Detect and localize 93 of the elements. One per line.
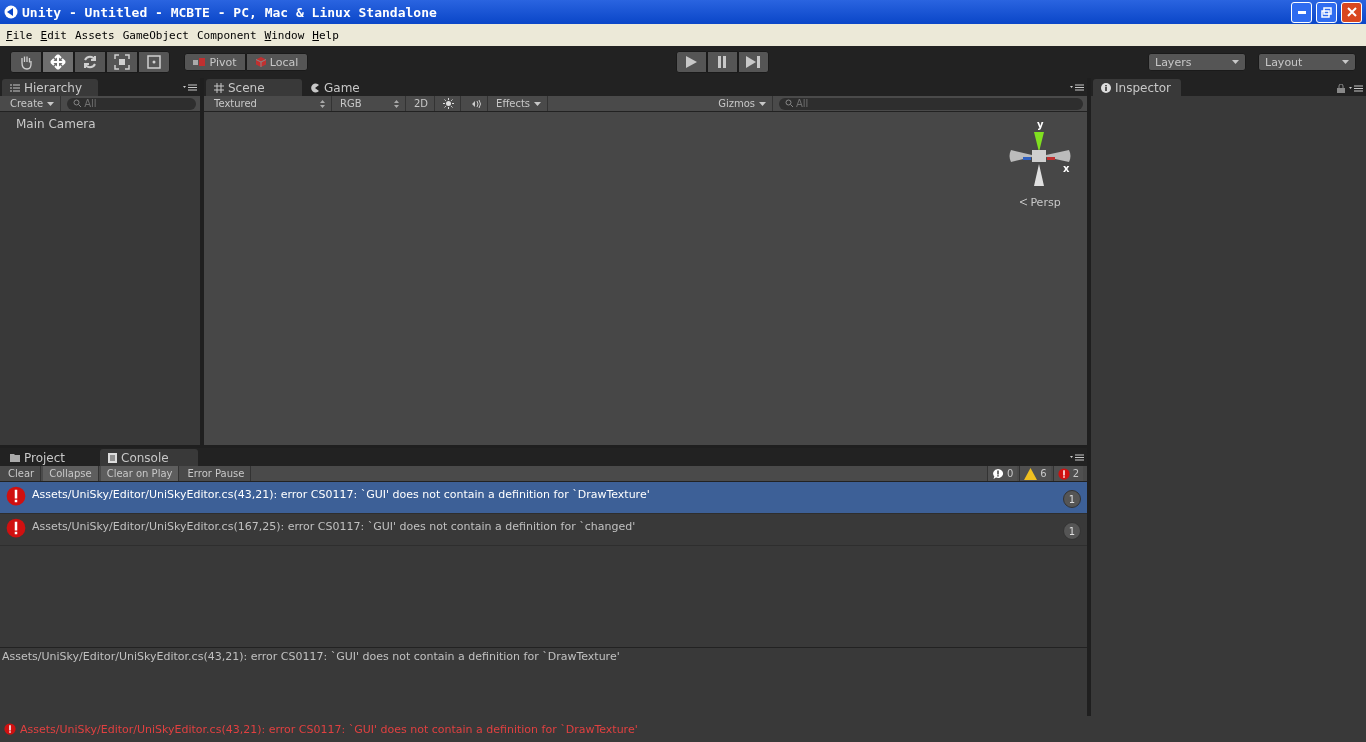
error-icon — [6, 486, 26, 506]
playback-button[interactable] — [706, 51, 738, 73]
minimize-button[interactable] — [1291, 1, 1312, 23]
view-tab[interactable]: Scene — [206, 79, 302, 96]
menu-item[interactable]: Assets — [71, 28, 119, 42]
list-icon — [10, 83, 20, 92]
speech-bubble-icon — [991, 467, 1004, 480]
caret-icon — [47, 101, 55, 106]
hierarchy-tab[interactable]: Hierarchy — [2, 79, 98, 96]
search-icon — [73, 99, 83, 108]
tool-button[interactable] — [74, 51, 106, 73]
menu-item[interactable]: GameObject — [118, 28, 193, 42]
window-title: Unity - Untitled - MCBTE - PC, Mac & Linux Standalone — [22, 4, 438, 20]
create-dropdown[interactable]: Create — [4, 96, 62, 111]
menu-icon[interactable] — [1070, 454, 1084, 461]
search-icon — [785, 99, 794, 108]
close-icon — [1346, 7, 1357, 17]
folder-icon — [10, 453, 20, 462]
minimize-icon — [1297, 10, 1306, 14]
menu-icon[interactable] — [1349, 85, 1363, 92]
updown-arrows-icon — [394, 99, 399, 108]
restore-button[interactable] — [1316, 1, 1337, 23]
caret-icon — [1342, 60, 1349, 64]
rotate-icon — [82, 54, 98, 70]
scale-icon — [114, 54, 130, 70]
info-icon — [1101, 82, 1111, 93]
status-message: Assets/UniSky/Editor/UniSkyEditor.cs(43,21): error CS0117: `GUI' does not contain a definition for `DrawTexture' — [20, 722, 638, 736]
tool-button[interactable] — [138, 51, 170, 73]
menu-item[interactable]: Window — [260, 28, 309, 42]
grid-icon — [214, 82, 224, 93]
console-toggle-button[interactable]: Collapse — [43, 466, 99, 481]
log-message: Assets/UniSky/Editor/UniSkyEditor.cs(43,21): error CS0117: `GUI' does not contain a definition for `DrawTexture' — [32, 487, 651, 501]
restore-icon — [1321, 6, 1332, 18]
rect-tool-icon — [146, 54, 162, 70]
draw-mode-dropdown[interactable]: Textured — [208, 96, 332, 111]
playback-button[interactable] — [737, 51, 769, 73]
console-toggle-button[interactable]: Clear on Play — [100, 466, 180, 481]
tool-button[interactable] — [10, 51, 42, 73]
sun-icon — [443, 98, 455, 109]
caret-icon — [1232, 60, 1239, 64]
cube-icon — [255, 57, 266, 67]
error-icon — [6, 518, 26, 538]
2d-toggle[interactable]: 2D — [408, 96, 436, 111]
lock-icon[interactable] — [1337, 84, 1345, 93]
menu-item[interactable]: Edit — [36, 28, 71, 42]
menu-item[interactable]: Component — [193, 28, 261, 42]
log-count-toggle[interactable]: 6 — [1019, 466, 1051, 481]
console-panel-tab[interactable]: Project — [2, 449, 100, 466]
caret-icon — [534, 101, 542, 106]
menu-item[interactable]: Help — [308, 28, 343, 42]
hierarchy-item[interactable]: Main Camera — [0, 112, 200, 136]
chevron-icon — [1019, 198, 1028, 206]
console-icon — [108, 452, 117, 463]
layers-dropdown[interactable]: Layers — [1148, 53, 1246, 71]
pacman-icon — [310, 82, 320, 93]
log-message: Assets/UniSky/Editor/UniSkyEditor.cs(167,25): error CS0117: `GUI' does not contain a definition for `changed' — [32, 519, 637, 533]
unity-logo-icon — [4, 5, 18, 19]
caret-icon — [759, 101, 766, 106]
console-toggle-button[interactable]: Clear — [2, 466, 42, 481]
tool-button[interactable] — [42, 51, 74, 73]
view-tab[interactable]: Game — [302, 79, 398, 96]
count-badge: 1 — [1063, 490, 1081, 508]
play-icon — [684, 55, 698, 69]
gizmos-dropdown[interactable]: Gizmos — [712, 96, 773, 111]
updown-arrows-icon — [320, 99, 325, 108]
menu-item[interactable]: File — [2, 28, 37, 42]
inspector-tab[interactable]: Inspector — [1093, 79, 1181, 96]
effects-dropdown[interactable]: Effects — [490, 96, 549, 111]
error-icon — [1057, 467, 1070, 480]
menu-icon[interactable] — [1070, 84, 1084, 91]
move-arrows-icon — [50, 54, 66, 70]
scene-viewport[interactable]: y x Persp — [204, 112, 1087, 445]
render-mode-dropdown[interactable]: RGB — [334, 96, 406, 111]
menu-icon[interactable] — [183, 84, 197, 91]
pivot-button[interactable]: Pivot — [184, 53, 246, 71]
pivot-icon — [193, 58, 206, 66]
console-panel-tab[interactable]: Console — [100, 449, 198, 466]
step-icon — [745, 55, 761, 69]
tool-button[interactable] — [106, 51, 138, 73]
local-button[interactable]: Local — [246, 53, 308, 71]
pause-icon — [716, 55, 728, 69]
close-button[interactable] — [1341, 1, 1362, 23]
log-count-toggle[interactable]: 0 — [986, 466, 1018, 481]
count-badge: 1 — [1063, 522, 1081, 540]
hand-icon — [18, 54, 34, 70]
error-icon — [4, 723, 16, 735]
playback-button[interactable] — [675, 51, 707, 73]
projection-label[interactable]: Persp — [1019, 196, 1061, 209]
console-toggle-button[interactable]: Error Pause — [181, 466, 252, 481]
layout-dropdown[interactable]: Layout — [1258, 53, 1356, 71]
log-count-toggle[interactable]: 2 — [1052, 466, 1083, 481]
orientation-gizmo-drawing[interactable]: y x — [1009, 120, 1071, 190]
console-entry[interactable]: Assets/UniSky/Editor/UniSkyEditor.cs(43,21): error CS0117: `GUI' does not contain a definition for `DrawTexture' 1 — [0, 482, 1087, 514]
